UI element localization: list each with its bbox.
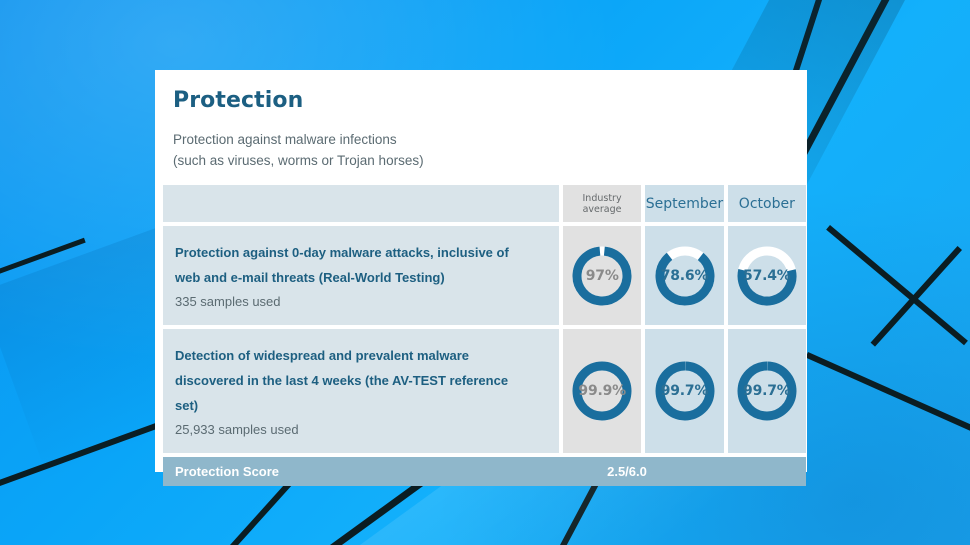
donut-label-october-0: 57.4% [743, 267, 791, 284]
header-cell-description [163, 185, 559, 222]
donut-chart-industry-1: 99.9% [569, 358, 635, 424]
row-samples-0: 335 samples used [175, 294, 281, 309]
header-industry-average-label: Industry average [583, 193, 622, 215]
card-description-line-1: Protection against malware infections [173, 132, 397, 147]
donut-label-industry-0: 97% [585, 267, 619, 284]
donut-chart-industry-0: 97% [569, 243, 635, 309]
row-title-line2-0: web and e-mail threats (Real-World Testi… [175, 270, 445, 285]
page-title: Protection [173, 88, 304, 113]
card-header: Protection Protection against malware in… [155, 70, 807, 171]
donut-label-september-1: 99.7% [660, 383, 709, 399]
donut-label-october-1: 99.7% [743, 383, 791, 399]
donut-chart-october-1: 99.7% [734, 358, 800, 424]
header-cell-industry-average: Industry average [562, 185, 642, 222]
protection-score-value: 2.5/6.0 [607, 464, 647, 479]
header-industry-line2: average [582, 203, 622, 215]
row-description-0: Protection against 0-day malware attacks… [163, 226, 560, 325]
row-title-line1-0: Protection against 0-day malware attacks… [175, 245, 509, 260]
header-september-label: September [645, 195, 724, 212]
cell-september-1: 99.7% [645, 329, 724, 453]
cell-industry-average-0: 97% [563, 226, 642, 325]
cell-september-0: 78.6% [645, 226, 724, 325]
protection-result-card: Protection Protection against malware in… [155, 70, 807, 486]
results-table: Industry average September October Prote… [155, 185, 807, 453]
row-title-line1-1: Detection of widespread and prevalent ma… [175, 348, 470, 363]
row-description-1: Detection of widespread and prevalent ma… [163, 329, 560, 453]
table-row: Detection of widespread and prevalent ma… [163, 329, 806, 453]
cell-industry-average-1: 99.9% [563, 329, 642, 453]
row-samples-1: 25,933 samples used [175, 422, 299, 437]
header-cell-october: October [727, 185, 807, 222]
donut-chart-september-1: 99.7% [652, 358, 718, 424]
card-description-line-2: (such as viruses, worms or Trojan horses… [173, 153, 424, 168]
donut-chart-october-0: 57.4% [734, 243, 800, 309]
donut-chart-september-0: 78.6% [652, 243, 718, 309]
donut-label-september-0: 78.6% [660, 267, 709, 284]
donut-label-industry-1: 99.9% [578, 383, 626, 399]
row-title-line3-1: set) [175, 398, 199, 413]
cell-october-1: 99.7% [727, 329, 806, 453]
table-row: Protection against 0-day malware attacks… [163, 226, 806, 325]
header-cell-september: September [645, 185, 724, 222]
header-october-label: October [738, 195, 795, 212]
protection-score-label: Protection Score [175, 464, 280, 479]
row-title-line2-1: discovered in the last 4 weeks (the AV-T… [175, 373, 509, 388]
cell-october-0: 57.4% [727, 226, 806, 325]
header-industry-line1: Industry [582, 192, 622, 204]
protection-score-bar: Protection Score 2.5/6.0 [163, 457, 806, 486]
table-header-row: Industry average September October [163, 185, 807, 222]
